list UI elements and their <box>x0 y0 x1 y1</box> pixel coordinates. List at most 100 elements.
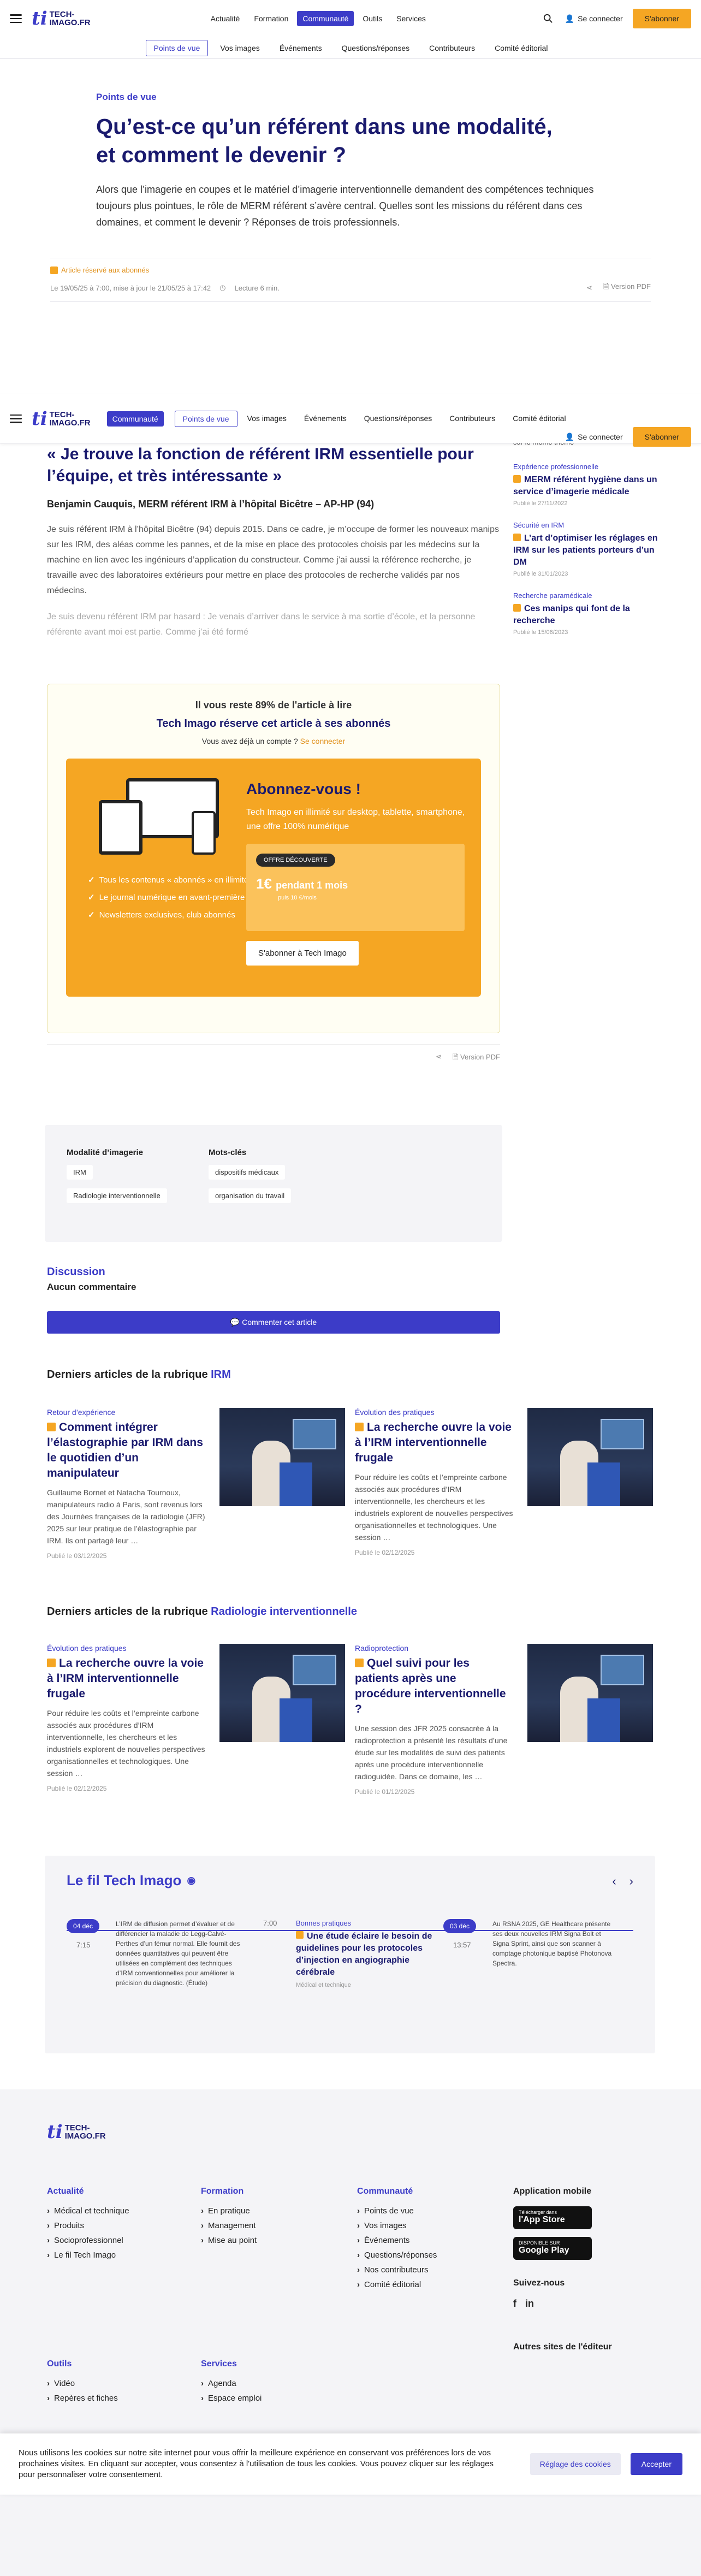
tag-irm[interactable]: IRM <box>67 1165 93 1180</box>
subnav-evenements-sticky[interactable]: Événements <box>296 411 354 427</box>
latest-irm-heading: Derniers articles de la rubrique IRM <box>47 1369 231 1381</box>
offer-then: puis 10 €/mois <box>278 895 317 901</box>
devices-illustration <box>88 778 224 860</box>
article-card[interactable]: Évolution des pratiques La recherche ouv… <box>47 1644 345 1792</box>
discussion: Discussion Aucun commentaire 💬 Commenter… <box>47 1266 500 1334</box>
feed-item[interactable]: 04 déc 7:15 L’IRM de diffusion permet d’… <box>67 1919 241 1987</box>
subnav-points-de-vue-sticky[interactable]: Points de vue <box>174 410 237 427</box>
footer-link[interactable]: Nos contributeurs <box>357 2265 437 2275</box>
subnav-evenements[interactable]: Événements <box>272 40 330 56</box>
feed-item[interactable]: 03 déc 13:57 Au RSNA 2025, GE Healthcare… <box>443 1919 618 1967</box>
subnav-contributeurs[interactable]: Contributeurs <box>421 40 483 56</box>
tag-radio-interv[interactable]: Radiologie interventionnelle <box>67 1188 167 1203</box>
lock-icon <box>513 475 521 483</box>
lock-icon <box>296 1931 304 1939</box>
cookie-settings-button[interactable]: Réglage des cookies <box>530 2453 621 2475</box>
footer-logo[interactable]: ti TECH- IMAGO.FR <box>47 2121 106 2143</box>
footer-link[interactable]: Produits <box>47 2221 129 2230</box>
quote-author: Benjamin Cauquis, MERM référent IRM à l’… <box>47 499 375 510</box>
card-image <box>219 1408 345 1506</box>
rss-icon[interactable]: ◉ <box>187 1875 195 1886</box>
footer-link[interactable]: Événements <box>357 2236 437 2245</box>
paywall-rest: Il vous reste 89% de l'article à lire <box>195 700 352 710</box>
clock-icon: ◷ <box>219 283 226 292</box>
article-quote-heading: « Je trouve la fonction de référent IRM … <box>47 445 474 485</box>
footer-link[interactable]: Management <box>201 2221 257 2230</box>
subnav-questions-sticky[interactable]: Questions/réponses <box>357 411 440 427</box>
login-button[interactable]: 👤 Se connecter <box>565 14 623 23</box>
follow-heading: Suivez-nous <box>513 2278 565 2288</box>
footer-link[interactable]: Médical et technique <box>47 2206 129 2216</box>
site-logo-sticky[interactable]: ti TECH- IMAGO.FR <box>32 408 91 430</box>
footer-link[interactable]: Socioprofessionnel <box>47 2236 129 2245</box>
footer-link[interactable]: Questions/réponses <box>357 2251 437 2260</box>
footer-link[interactable]: Vidéo <box>47 2379 118 2388</box>
sidebar-item[interactable]: Expérience professionnelle MERM référent … <box>513 463 661 507</box>
article-card[interactable]: Radioprotection Quel suivi pour les pati… <box>355 1644 653 1796</box>
article-card[interactable]: Retour d’expérience Comment intégrer l’é… <box>47 1408 345 1560</box>
search-icon[interactable] <box>541 11 555 26</box>
next-arrow-icon[interactable]: › <box>629 1874 633 1888</box>
feed-item[interactable]: 7:00 Bonnes pratiques Une étude éclaire … <box>263 1919 438 1988</box>
footer-link[interactable]: Mise au point <box>201 2236 257 2245</box>
share-icon[interactable]: ⋖ <box>586 283 592 292</box>
subnav-vos-images[interactable]: Vos images <box>212 40 267 56</box>
nav-outils[interactable]: Outils <box>357 11 388 26</box>
other-sites-heading: Autres sites de l'éditeur <box>513 2342 612 2352</box>
offer-title: Abonnez-vous ! <box>246 780 361 797</box>
footer-link[interactable]: Espace emploi <box>201 2394 262 2403</box>
footer-link[interactable]: Repères et fiches <box>47 2394 118 2403</box>
menu-icon-sticky[interactable] <box>10 414 22 423</box>
subnav-comite-sticky[interactable]: Comité éditorial <box>505 411 573 427</box>
footer-link[interactable]: Vos images <box>357 2221 437 2230</box>
check-icon: ✓ <box>88 910 95 920</box>
app-store-button[interactable]: Télécharger dans l'App Store <box>513 2206 592 2229</box>
paywall-login-link[interactable]: Se connecter <box>300 737 346 745</box>
subnav-vos-images-sticky[interactable]: Vos images <box>240 411 294 427</box>
facebook-icon[interactable]: f <box>513 2298 516 2309</box>
subscribe-button-sticky[interactable]: S'abonner <box>632 427 691 447</box>
linkedin-icon[interactable]: in <box>525 2298 534 2309</box>
nav-services[interactable]: Services <box>391 11 431 26</box>
subscribe-button[interactable]: S'abonner <box>632 9 691 28</box>
app-heading: Application mobile <box>513 2187 592 2196</box>
footer-link[interactable]: Comité éditorial <box>357 2280 437 2289</box>
footer-link[interactable]: Agenda <box>201 2379 262 2388</box>
share-icon[interactable]: ⋖ <box>436 1052 442 1064</box>
sidebar-item[interactable]: Recherche paramédicale Ces manips qui fon… <box>513 591 661 636</box>
article-card[interactable]: Évolution des pratiques La recherche ouv… <box>355 1408 653 1556</box>
footer-link[interactable]: Points de vue <box>357 2206 437 2216</box>
article-meta: Article réservé aux abonnés Le 19/05/25 … <box>50 258 651 302</box>
sidebar-item[interactable]: Sécurité en IRM L’art d’optimiser les rég… <box>513 521 661 577</box>
article-kicker[interactable]: Points de vue <box>96 92 601 103</box>
footer-link[interactable]: Le fil Tech Imago <box>47 2251 129 2260</box>
subnav-comite[interactable]: Comité éditorial <box>487 40 555 56</box>
pdf-link-bottom[interactable]: 🗎 Version PDF <box>453 1052 500 1064</box>
prev-arrow-icon[interactable]: ‹ <box>612 1874 616 1888</box>
site-logo[interactable]: ti TECH- IMAGO.FR <box>32 8 91 29</box>
footer-link[interactable]: En pratique <box>201 2206 257 2216</box>
subnav-questions[interactable]: Questions/réponses <box>334 40 418 56</box>
subscribe-offer-button[interactable]: S'abonner à Tech Imago <box>246 941 359 966</box>
subscriber-badge: Article réservé aux abonnés <box>50 266 651 274</box>
menu-icon[interactable] <box>10 14 22 23</box>
tag-organisation[interactable]: organisation du travail <box>209 1188 292 1203</box>
site-header: ti TECH- IMAGO.FR Actualité Formation Com… <box>0 0 701 59</box>
nav-actualite[interactable]: Actualité <box>205 11 246 26</box>
sub-nav: Points de vue Vos images Événements Ques… <box>0 37 701 59</box>
cookie-accept-button[interactable]: Accepter <box>630 2453 682 2475</box>
pdf-link[interactable]: 🗎 Version PDF <box>603 282 651 294</box>
google-play-button[interactable]: DISPONIBLE SUR Google Play <box>513 2237 592 2260</box>
nav-communaute-sticky[interactable]: Communauté <box>106 411 164 427</box>
login-button-sticky[interactable]: 👤 Se connecter <box>565 433 623 442</box>
publish-date: Le 19/05/25 à 7:00, mise à jour le 21/05… <box>50 283 211 292</box>
subnav-points-de-vue[interactable]: Points de vue <box>145 40 209 56</box>
nav-communaute[interactable]: Communauté <box>297 11 354 26</box>
nav-formation[interactable]: Formation <box>248 11 294 26</box>
comment-button[interactable]: 💬 Commenter cet article <box>47 1311 500 1334</box>
feed-title: Le fil Tech Imago <box>67 1872 182 1888</box>
subnav-contributeurs-sticky[interactable]: Contributeurs <box>442 411 503 427</box>
tag-dispositifs[interactable]: dispositifs médicaux <box>209 1165 286 1180</box>
offer-price: 1€ <box>256 875 272 892</box>
site-footer: ti TECH-IMAGO.FR Actualité Médical et te… <box>0 2089 701 2576</box>
